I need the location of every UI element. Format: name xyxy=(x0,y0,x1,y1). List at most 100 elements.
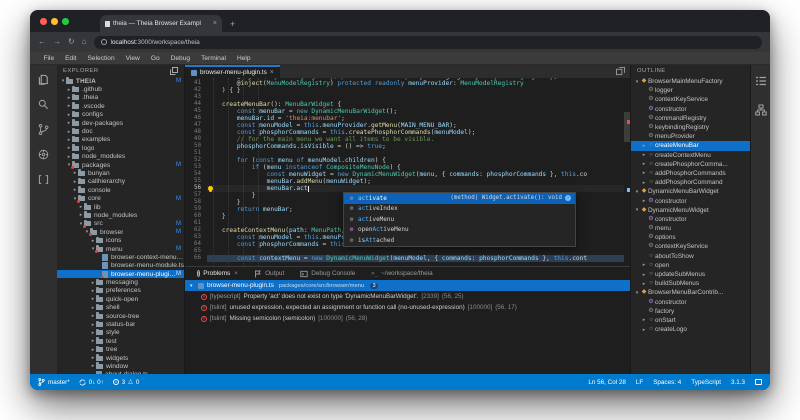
tree-item[interactable]: ▸ widgets xyxy=(57,354,184,362)
outline-item[interactable]: ▾ ◆ BrowserMainMenuFactory xyxy=(631,77,750,86)
line-number[interactable]: 42 xyxy=(185,87,207,94)
outline-item[interactable]: ▸ ○ onStart xyxy=(631,316,750,325)
cursor-position-status[interactable]: Ln 56, Col 28 xyxy=(588,379,625,386)
problem-row[interactable]: × [tslint] Missing semicolon (semicolon) [1… xyxy=(185,313,630,324)
tree-item[interactable]: ▸ status-bar xyxy=(57,320,184,328)
code-line[interactable]: 65 xyxy=(185,248,624,255)
address-bar[interactable]: localhost:3000/workspace/theia xyxy=(93,35,762,49)
completion-info-icon[interactable]: › xyxy=(565,195,571,202)
line-number[interactable]: 46 xyxy=(185,115,207,122)
outline-item[interactable]: ⚙ commandRegistry xyxy=(631,114,750,123)
zoom-window-button[interactable] xyxy=(62,18,69,25)
menu-view[interactable]: View xyxy=(120,55,145,62)
outline-item[interactable]: ⚙ constructor xyxy=(631,298,750,307)
outline-item[interactable]: ⚙ contextKeyService xyxy=(631,242,750,251)
outline-item[interactable]: ⚙ factory xyxy=(631,307,750,316)
quick-fix-lightbulb-icon[interactable] xyxy=(208,186,213,191)
close-editor-icon[interactable]: × xyxy=(270,69,274,76)
close-panel-tab-icon[interactable]: × xyxy=(234,270,238,277)
completion-item[interactable]: ⚙ openActiveMenu xyxy=(344,225,575,236)
back-icon[interactable]: ← xyxy=(38,38,46,46)
line-number[interactable]: 48 xyxy=(185,129,207,136)
tree-item[interactable]: ▸ messaging xyxy=(57,278,184,286)
scrollbar-thumb[interactable] xyxy=(624,112,630,142)
tree-item[interactable]: ▸ dev-packages xyxy=(57,119,184,127)
code-line[interactable]: 49 // for the main menu we want all item… xyxy=(185,136,624,143)
language-mode-status[interactable]: TypeScript xyxy=(691,379,721,386)
outline-item[interactable]: ○ aboutToShow xyxy=(631,252,750,261)
tree-item[interactable]: ▸ examples xyxy=(57,135,184,144)
menu-terminal[interactable]: Terminal xyxy=(196,55,232,62)
line-number[interactable]: 59 xyxy=(185,206,207,213)
tree-item[interactable]: ▸ shell xyxy=(57,303,184,312)
panel-tab-problems[interactable]: ! Problems × xyxy=(189,267,246,280)
line-number[interactable]: 41 xyxy=(185,80,207,87)
code-line[interactable]: 41 @inject(MenuModelRegistry) protected … xyxy=(185,80,624,87)
git-sync-status[interactable]: 0↓ 0↑ xyxy=(79,379,104,386)
code-line[interactable]: 53 if (menu instanceof CompositeMenuNode… xyxy=(185,164,624,171)
outline-item[interactable]: ▸ ○ updateSubMenus xyxy=(631,270,750,279)
git-branch-status[interactable]: master* xyxy=(38,378,70,386)
code-line[interactable]: 56 menuBar.act xyxy=(185,185,624,192)
tree-item[interactable]: ▾ menu M xyxy=(57,245,184,253)
line-number[interactable]: 56 xyxy=(185,185,207,192)
site-info-icon[interactable] xyxy=(100,39,107,45)
code-line[interactable]: 55 menuBar.addMenu(menuWidget); xyxy=(185,178,624,185)
editor-tab[interactable]: browser-menu-plugin.ts × xyxy=(185,65,280,78)
minimize-window-button[interactable] xyxy=(51,18,58,25)
tree-item[interactable]: ▸ quick-open xyxy=(57,295,184,303)
line-number[interactable]: 58 xyxy=(185,199,207,206)
line-number[interactable]: 63 xyxy=(185,234,207,241)
panel-tab-debug-console[interactable]: Debug Console xyxy=(292,267,363,280)
tree-item[interactable]: ▾ src M xyxy=(57,219,184,228)
code-line[interactable]: 45 const menuBar = new DynamicMenuBarWid… xyxy=(185,108,624,115)
menu-selection[interactable]: Selection xyxy=(82,55,120,62)
plugins-icon[interactable] xyxy=(37,147,51,161)
tree-item[interactable]: ▾ browser M xyxy=(57,228,184,237)
explorer-icon[interactable] xyxy=(37,72,51,86)
completion-item[interactable]: ⚙ activeMenu xyxy=(344,214,575,225)
menu-go[interactable]: Go xyxy=(145,55,165,62)
tree-item[interactable]: ▸ doc xyxy=(57,127,184,135)
line-number[interactable]: 52 xyxy=(185,157,207,164)
outline-item[interactable]: ⚙ constructor xyxy=(631,105,750,114)
outline-item[interactable]: ▸ ○ createContextMenu xyxy=(631,151,750,160)
tree-item[interactable]: ▸ node_modules xyxy=(57,211,184,219)
outline-item[interactable]: ▾ ◆ BrowserMenuBarContrib... xyxy=(631,288,750,297)
line-number[interactable]: 61 xyxy=(185,220,207,227)
tree-item[interactable]: browser-menu-plugin.ts M xyxy=(57,269,184,279)
line-number[interactable]: 64 xyxy=(185,241,207,248)
debug-icon[interactable] xyxy=(37,172,51,186)
outline-item[interactable]: ▸ ○ addPhosphorCommand xyxy=(631,178,750,187)
split-editor-icon[interactable] xyxy=(616,65,630,78)
outline-item[interactable]: ▸ ○ addPhosphorCommands xyxy=(631,169,750,178)
menu-debug[interactable]: Debug xyxy=(165,55,195,62)
tree-item[interactable]: ▾ THEIA M xyxy=(57,77,184,85)
outline-item[interactable]: ▸ ○ open xyxy=(631,261,750,270)
screen-mode-icon[interactable] xyxy=(755,379,762,385)
tree-item[interactable]: ▸ icons xyxy=(57,236,184,244)
browser-tab[interactable]: theia — Theia Browser Exampl × xyxy=(100,15,222,32)
outline-item[interactable]: ▸ ⚙ constructor xyxy=(631,196,750,205)
line-number[interactable]: 50 xyxy=(185,143,207,150)
outline-item[interactable]: ⚙ options xyxy=(631,233,750,242)
eol-status[interactable]: LF xyxy=(636,379,643,386)
tree-item[interactable]: ▸ callhierarchy xyxy=(57,177,184,186)
line-number[interactable]: 53 xyxy=(185,164,207,171)
new-tab-button[interactable]: + xyxy=(230,19,235,29)
line-number[interactable]: 44 xyxy=(185,101,207,108)
tree-item[interactable]: ▸ node_modules xyxy=(57,152,184,161)
call-hierarchy-icon[interactable] xyxy=(754,103,768,117)
problem-row[interactable]: × [typescript] Property 'act' does not exi… xyxy=(185,291,630,302)
line-number[interactable]: 57 xyxy=(185,192,207,199)
line-number[interactable]: 60 xyxy=(185,213,207,220)
outline-view-icon[interactable] xyxy=(754,74,768,88)
editor-scrollbar[interactable] xyxy=(624,78,630,266)
expand-arrow-icon[interactable]: ▾ xyxy=(190,283,195,289)
tree-item[interactable]: ▸ .github xyxy=(57,85,184,93)
outline-item[interactable]: ▸ ○ createLogo xyxy=(631,325,750,334)
close-tab-icon[interactable]: × xyxy=(213,20,217,27)
tree-item[interactable]: ▸ source-tree xyxy=(57,312,184,320)
code-line[interactable]: 43 xyxy=(185,94,624,101)
completion-item[interactable]: ⚙ isAttached xyxy=(344,235,575,246)
